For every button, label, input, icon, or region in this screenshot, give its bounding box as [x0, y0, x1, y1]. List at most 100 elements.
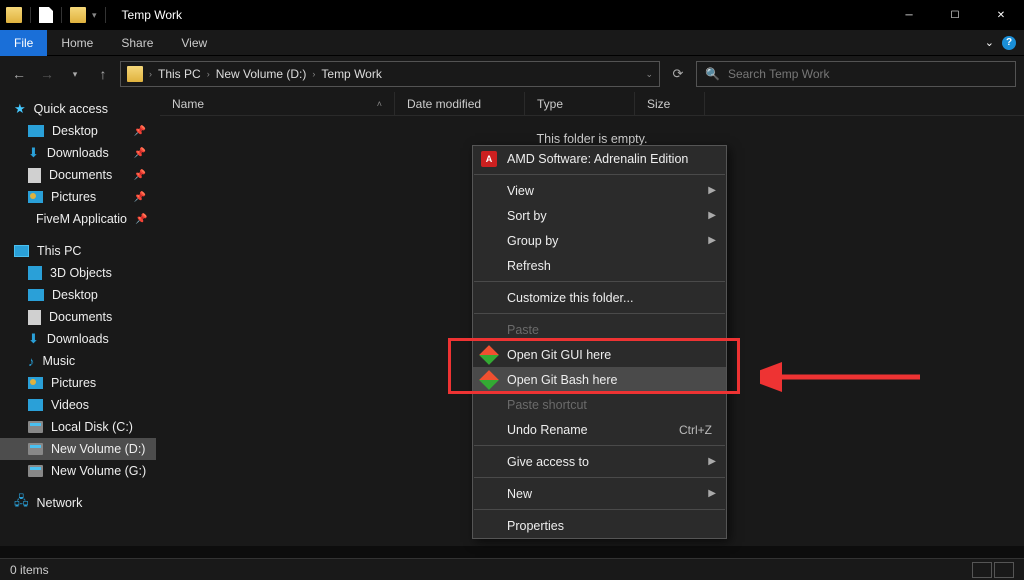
context-menu-item[interactable]: Give access to ▶: [473, 449, 726, 474]
context-item-label: Refresh: [507, 259, 551, 273]
maximize-button[interactable]: ☐: [932, 0, 978, 30]
tab-view[interactable]: View: [167, 36, 221, 50]
recent-dropdown[interactable]: ▾: [64, 63, 86, 85]
sidebar: ★Quick access Desktop📌 ⬇Downloads📌 Docum…: [0, 92, 156, 546]
ribbon: File Home Share View ⌄ ?: [0, 30, 1024, 56]
context-menu-item[interactable]: Open Git GUI here: [473, 342, 726, 367]
chevron-down-icon[interactable]: ⌄: [645, 69, 653, 80]
download-icon: ⬇: [28, 145, 39, 161]
column-headers: Name˄ Date modified Type Size: [160, 92, 1024, 116]
git-icon: [481, 372, 497, 388]
chevron-right-icon: ▶: [708, 456, 716, 467]
music-icon: ♪: [28, 354, 35, 369]
chevron-right-icon: ›: [147, 69, 154, 79]
context-item-label: Undo Rename: [507, 423, 588, 437]
3d-icon: [28, 266, 42, 280]
sidebar-quick-access[interactable]: ★Quick access: [0, 98, 156, 120]
context-menu-item[interactable]: Sort by ▶: [473, 203, 726, 228]
context-item-label: Customize this folder...: [507, 291, 633, 305]
folder-icon: [127, 66, 143, 82]
tab-share[interactable]: Share: [107, 36, 167, 50]
up-button[interactable]: ↑: [92, 63, 114, 85]
context-menu-item[interactable]: Refresh: [473, 253, 726, 278]
chevron-right-icon: ▶: [708, 210, 716, 221]
column-name[interactable]: Name˄: [160, 92, 395, 115]
empty-folder-text: This folder is empty.: [160, 132, 1024, 146]
forward-button[interactable]: →: [36, 63, 58, 85]
context-menu-item[interactable]: Undo Rename Ctrl+Z: [473, 417, 726, 442]
sidebar-network[interactable]: 🖧Network: [0, 492, 156, 514]
network-icon: 🖧: [14, 492, 29, 514]
window-title: Temp Work: [122, 8, 182, 22]
chevron-down-icon[interactable]: ⌄: [985, 36, 994, 49]
sidebar-item-desktop[interactable]: Desktop📌: [0, 120, 156, 142]
sidebar-item-videos[interactable]: Videos: [0, 394, 156, 416]
chevron-right-icon: ›: [310, 69, 317, 79]
disk-icon: [28, 421, 43, 433]
desktop-icon: [28, 289, 44, 301]
sidebar-item-downloads[interactable]: ⬇Downloads📌: [0, 142, 156, 164]
context-menu-item: Paste shortcut: [473, 392, 726, 417]
column-type[interactable]: Type: [525, 92, 635, 115]
sort-indicator: ˄: [377, 99, 382, 109]
context-item-label: Give access to: [507, 455, 589, 469]
context-item-label: AMD Software: Adrenalin Edition: [507, 152, 688, 166]
document-icon: [39, 7, 53, 23]
context-menu-item[interactable]: Open Git Bash here: [473, 367, 726, 392]
sidebar-item-pictures[interactable]: Pictures: [0, 372, 156, 394]
document-icon: [28, 310, 41, 325]
sidebar-this-pc[interactable]: This PC: [0, 240, 156, 262]
close-button[interactable]: ✕: [978, 0, 1024, 30]
search-input[interactable]: 🔍 Search Temp Work: [696, 61, 1016, 87]
context-menu-item[interactable]: View▶: [473, 178, 726, 203]
sidebar-item-new-volume-g[interactable]: New Volume (G:): [0, 460, 156, 482]
context-menu: AAMD Software: Adrenalin EditionView▶Sor…: [472, 145, 727, 539]
disk-icon: [28, 443, 43, 455]
sidebar-item-fivem[interactable]: FiveM Applicatio📌: [0, 208, 156, 230]
sidebar-item-documents[interactable]: Documents📌: [0, 164, 156, 186]
back-button[interactable]: ←: [8, 63, 30, 85]
context-menu-item[interactable]: A AMD Software: Adrenalin Edition: [473, 146, 726, 171]
context-menu-item[interactable]: Group by▶: [473, 228, 726, 253]
column-date-modified[interactable]: Date modified: [395, 92, 525, 115]
sidebar-item-desktop[interactable]: Desktop: [0, 284, 156, 306]
star-icon: ★: [14, 101, 26, 117]
folder-icon: [6, 7, 22, 23]
breadcrumb-part[interactable]: Temp Work: [321, 67, 381, 81]
view-large-button[interactable]: [994, 562, 1014, 578]
context-item-label: Paste shortcut: [507, 398, 587, 412]
context-menu-item[interactable]: New▶: [473, 481, 726, 506]
status-text: 0 items: [10, 563, 49, 577]
sidebar-item-pictures[interactable]: Pictures📌: [0, 186, 156, 208]
desktop-icon: [28, 125, 44, 137]
sidebar-item-3d-objects[interactable]: 3D Objects: [0, 262, 156, 284]
minimize-button[interactable]: ─: [886, 0, 932, 30]
file-tab[interactable]: File: [0, 30, 47, 56]
context-menu-item[interactable]: Customize this folder...: [473, 285, 726, 310]
column-size[interactable]: Size: [635, 92, 705, 115]
shortcut-label: Ctrl+Z: [679, 423, 712, 437]
sidebar-item-local-disk-c[interactable]: Local Disk (C:): [0, 416, 156, 438]
titlebar: ▾ Temp Work ─ ☐ ✕: [0, 0, 1024, 30]
context-item-label: Open Git Bash here: [507, 373, 617, 387]
breadcrumb-part[interactable]: This PC: [158, 67, 201, 81]
chevron-right-icon: ▶: [708, 185, 716, 196]
sidebar-item-music[interactable]: ♪Music: [0, 350, 156, 372]
sidebar-item-documents[interactable]: Documents: [0, 306, 156, 328]
tab-home[interactable]: Home: [47, 36, 107, 50]
context-item-label: Sort by: [507, 209, 547, 223]
address-bar[interactable]: › This PC › New Volume (D:) › Temp Work …: [120, 61, 660, 87]
view-details-button[interactable]: [972, 562, 992, 578]
picture-icon: [28, 377, 43, 389]
context-menu-item[interactable]: Properties: [473, 513, 726, 538]
breadcrumb-part[interactable]: New Volume (D:): [216, 67, 307, 81]
help-icon[interactable]: ?: [1002, 36, 1016, 50]
sidebar-item-new-volume-d[interactable]: New Volume (D:): [0, 438, 156, 460]
sidebar-item-downloads[interactable]: ⬇Downloads: [0, 328, 156, 350]
amd-icon: A: [481, 151, 497, 167]
context-item-label: Group by: [507, 234, 558, 248]
refresh-button[interactable]: ⟳: [666, 62, 690, 86]
document-icon: [28, 168, 41, 183]
chevron-down-icon[interactable]: ▾: [92, 10, 97, 21]
pin-icon: 📌: [134, 170, 146, 181]
